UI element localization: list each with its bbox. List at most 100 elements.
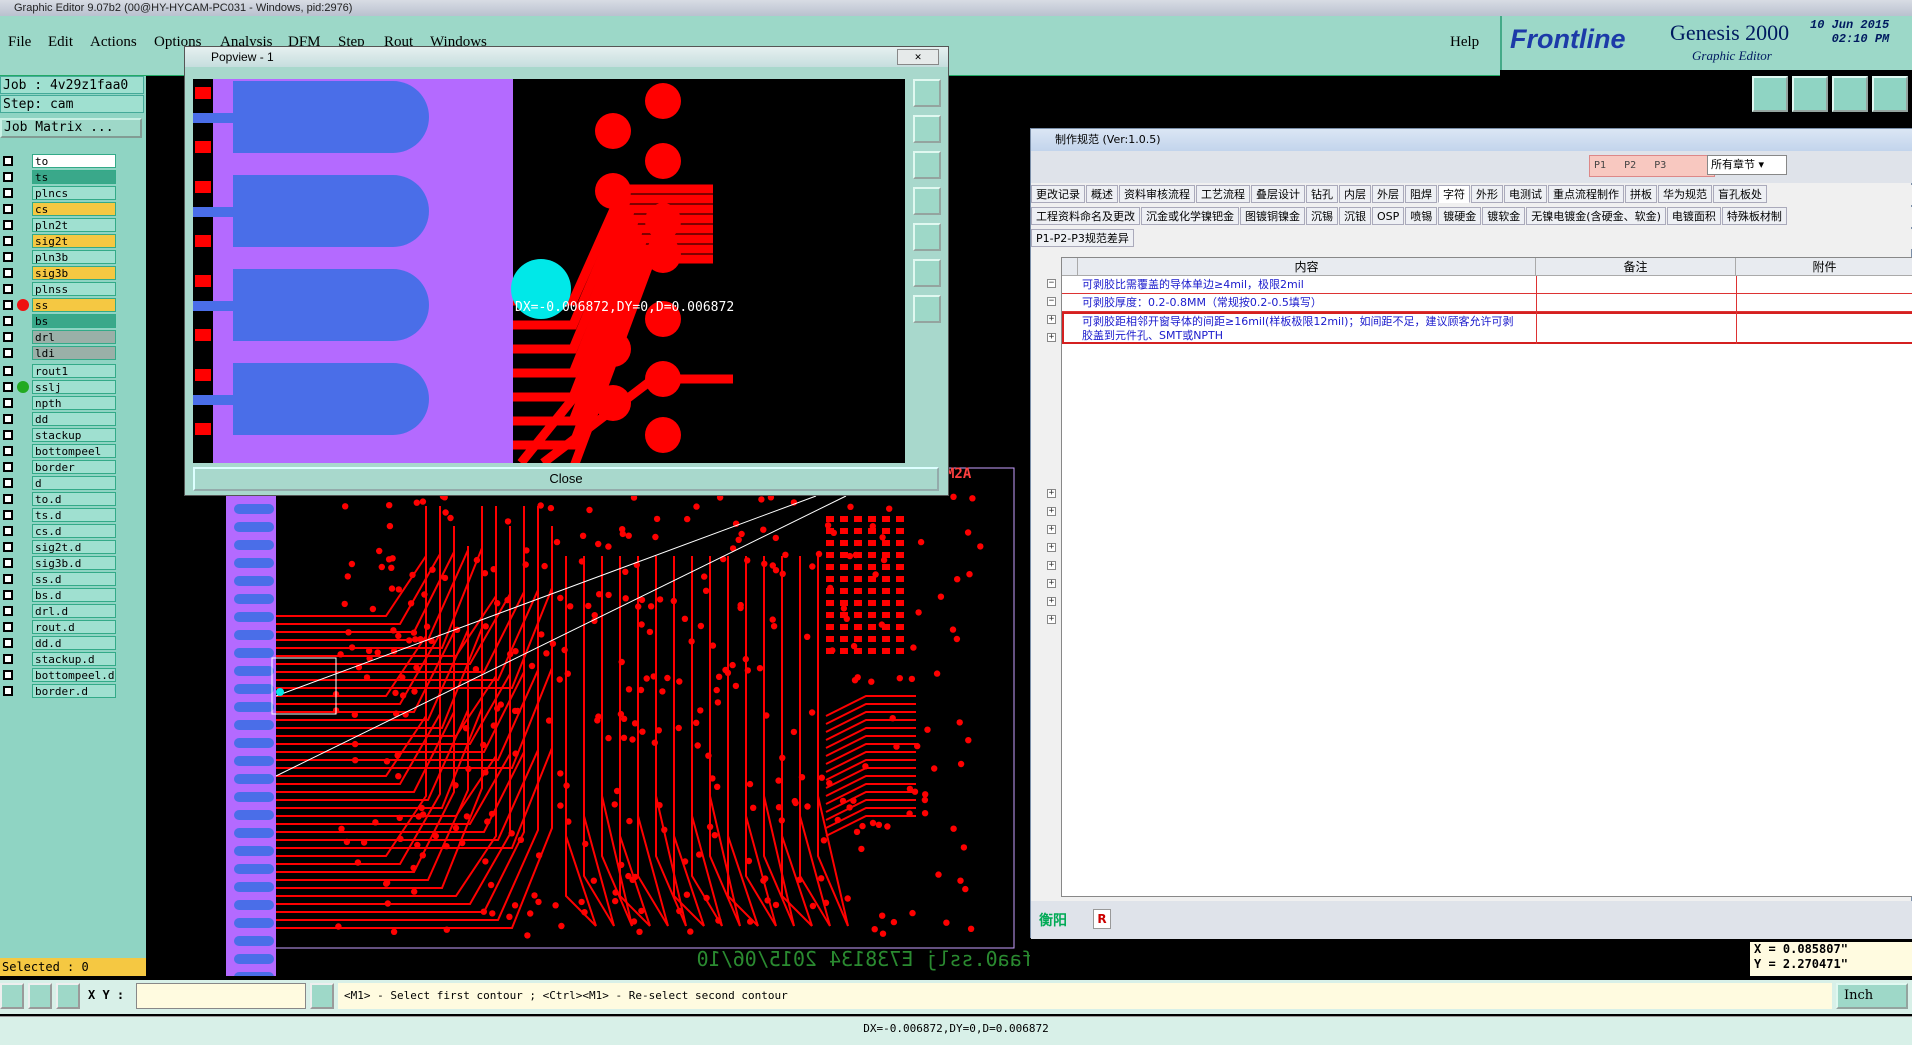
layer-checkbox[interactable]: [3, 382, 13, 392]
layer-checkbox[interactable]: [3, 494, 13, 504]
layer-checkbox[interactable]: [3, 622, 13, 632]
filter-p3[interactable]: P3: [1654, 160, 1666, 171]
layer-checkbox[interactable]: [3, 188, 13, 198]
priority-filter[interactable]: P1 P2 P3: [1589, 155, 1715, 177]
xy-input[interactable]: [136, 983, 306, 1009]
layer-name[interactable]: cs: [32, 202, 116, 216]
download-icon[interactable]: [1792, 76, 1828, 112]
layer-checkbox[interactable]: [3, 284, 13, 294]
tree-expander-icon[interactable]: −: [1047, 297, 1056, 306]
layer-row-to.d[interactable]: to.d: [0, 492, 118, 506]
tab-0[interactable]: 更改记录: [1031, 185, 1085, 203]
layer-row-sig3b[interactable]: sig3b: [0, 266, 118, 280]
layer-checkbox[interactable]: [3, 156, 13, 166]
layer-name[interactable]: npth: [32, 396, 116, 410]
tab-2[interactable]: 图镀铜镍金: [1240, 207, 1305, 225]
layer-name[interactable]: to: [32, 154, 116, 168]
tree-expander-icon[interactable]: +: [1047, 561, 1056, 570]
col-remark[interactable]: 备注: [1536, 258, 1736, 276]
layer-checkbox[interactable]: [3, 398, 13, 408]
tab-9[interactable]: 无镍电镀金(含硬金、软金): [1526, 207, 1666, 225]
tab-10[interactable]: 电镀面积: [1666, 207, 1721, 225]
tree-expander-icon[interactable]: +: [1047, 597, 1056, 606]
layer-checkbox[interactable]: [3, 300, 13, 310]
layer-name[interactable]: border: [32, 460, 116, 474]
layer-row-ts[interactable]: ts: [0, 170, 118, 184]
layer-checkbox[interactable]: [3, 268, 13, 278]
layer-checkbox[interactable]: [3, 542, 13, 552]
layer-checkbox[interactable]: [3, 172, 13, 182]
home-icon[interactable]: [1832, 76, 1868, 112]
layer-name[interactable]: plncs: [32, 186, 116, 200]
expand-icon[interactable]: [913, 295, 941, 323]
layer-checkbox[interactable]: [3, 638, 13, 648]
table-row[interactable]: 可剥胶厚度：0.2-0.8MM（常规按0.2-0.5填写）: [1062, 294, 1912, 312]
tab-7[interactable]: 镀硬金: [1438, 207, 1482, 225]
tree-expander-icon[interactable]: +: [1047, 525, 1056, 534]
tab-7[interactable]: 外层: [1372, 185, 1404, 203]
layer-row-border.d[interactable]: border.d: [0, 684, 118, 698]
tab-2[interactable]: 资料审核流程: [1119, 185, 1195, 203]
layer-row-plncs[interactable]: plncs: [0, 186, 118, 200]
grid-tool-icon[interactable]: [56, 983, 80, 1009]
layer-name[interactable]: ts.d: [32, 508, 116, 522]
layer-name[interactable]: rout.d: [32, 620, 116, 634]
layer-checkbox[interactable]: [3, 348, 13, 358]
layer-name[interactable]: sig2t.d: [32, 540, 116, 554]
layer-row-dd.d[interactable]: dd.d: [0, 636, 118, 650]
popview-close-button[interactable]: Close: [193, 467, 939, 491]
layer-row-ss[interactable]: ss: [0, 298, 118, 312]
layer-row-stackup.d[interactable]: stackup.d: [0, 652, 118, 666]
layer-checkbox[interactable]: [3, 204, 13, 214]
layer-name[interactable]: bs: [32, 314, 116, 328]
layer-row-to[interactable]: to: [0, 154, 118, 168]
upload-icon[interactable]: [1752, 76, 1788, 112]
layer-row-stackup[interactable]: stackup: [0, 428, 118, 442]
tab-0[interactable]: 工程资料命名及更改: [1031, 207, 1140, 225]
layer-checkbox[interactable]: [3, 654, 13, 664]
layer-checkbox[interactable]: [3, 220, 13, 230]
tab-5[interactable]: OSP: [1372, 207, 1405, 225]
tree-expander-icon[interactable]: −: [1047, 279, 1056, 288]
layer-name[interactable]: drl.d: [32, 604, 116, 618]
tree-expander-icon[interactable]: +: [1047, 579, 1056, 588]
layer-name[interactable]: cs.d: [32, 524, 116, 538]
zoom-fit-icon[interactable]: [913, 79, 941, 107]
layer-row-bs[interactable]: bs: [0, 314, 118, 328]
table-row[interactable]: 可剥胶比需覆盖的导体单边≥4mil，极限2mil: [1062, 276, 1912, 294]
layer-name[interactable]: bottompeel.d: [32, 668, 116, 682]
layer-checkbox[interactable]: [3, 366, 13, 376]
layer-row-pln2t[interactable]: pln2t: [0, 218, 118, 232]
zoom-out-icon[interactable]: [913, 151, 941, 179]
layer-row-dd[interactable]: dd: [0, 412, 118, 426]
tab-5[interactable]: 钻孔: [1306, 185, 1338, 203]
layer-name[interactable]: d: [32, 476, 116, 490]
tree-expander-icon[interactable]: +: [1047, 333, 1056, 342]
layer-checkbox[interactable]: [3, 574, 13, 584]
layer-checkbox[interactable]: [3, 670, 13, 680]
layer-name[interactable]: dd: [32, 412, 116, 426]
filter-p1[interactable]: P1: [1594, 160, 1606, 171]
layer-name[interactable]: stackup: [32, 428, 116, 442]
layer-row-cs[interactable]: cs: [0, 202, 118, 216]
layer-checkbox[interactable]: [3, 606, 13, 616]
layer-row-sig2t.d[interactable]: sig2t.d: [0, 540, 118, 554]
tab-11[interactable]: 特殊板材制: [1721, 207, 1787, 225]
layer-checkbox[interactable]: [3, 430, 13, 440]
layer-row-npth[interactable]: npth: [0, 396, 118, 410]
menu-actions[interactable]: Actions: [90, 34, 137, 51]
tab-0[interactable]: P1-P2-P3规范差异: [1031, 229, 1134, 247]
tab-13[interactable]: 拼板: [1625, 185, 1657, 203]
layer-name[interactable]: border.d: [32, 684, 116, 698]
tab-3[interactable]: 沉锡: [1306, 207, 1338, 225]
table-row-highlighted[interactable]: 可剥胶距相邻开窗导体的间距≥16mil(样板极限12mil)；如间距不足，建议顾…: [1062, 312, 1912, 344]
layer-name[interactable]: ss: [32, 298, 116, 312]
layer-checkbox[interactable]: [3, 462, 13, 472]
layer-checkbox[interactable]: [3, 446, 13, 456]
layer-row-ldi[interactable]: ldi: [0, 346, 118, 360]
layer-checkbox[interactable]: [3, 510, 13, 520]
layer-checkbox[interactable]: [3, 686, 13, 696]
select-tool-icon[interactable]: [0, 983, 24, 1009]
layer-name[interactable]: sig2t: [32, 234, 116, 248]
layer-name[interactable]: pln3b: [32, 250, 116, 264]
